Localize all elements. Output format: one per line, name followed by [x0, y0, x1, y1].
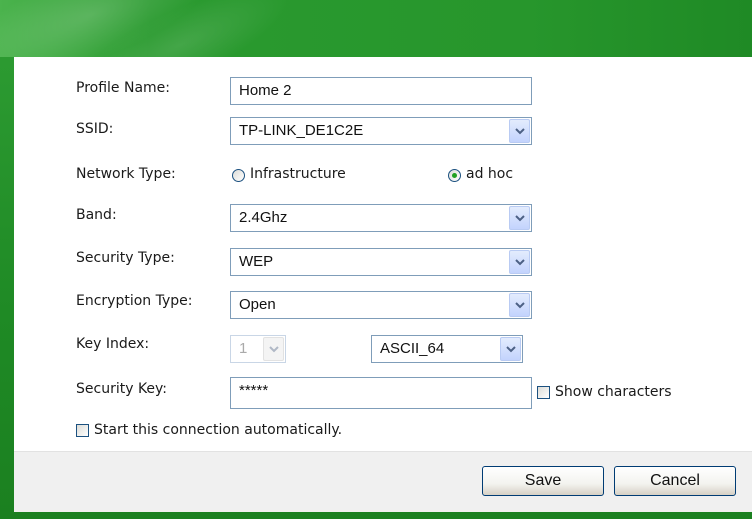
- ssid-select[interactable]: TP-LINK_DE1C2E: [230, 117, 532, 145]
- radio-ad-hoc[interactable]: ad hoc: [446, 165, 536, 185]
- key-index-label: Key Index:: [76, 336, 150, 352]
- chevron-down-icon[interactable]: [509, 206, 530, 230]
- chevron-down-icon[interactable]: [509, 250, 530, 274]
- key-format-select[interactable]: ASCII_64: [371, 335, 523, 363]
- security-key-label: Security Key:: [76, 381, 168, 397]
- cancel-button[interactable]: Cancel: [614, 466, 736, 496]
- profile-name-label: Profile Name:: [76, 80, 171, 96]
- chevron-down-icon[interactable]: [509, 119, 530, 143]
- radio-button-icon[interactable]: [232, 169, 245, 182]
- band-label: Band:: [76, 207, 117, 223]
- ssid-value: TP-LINK_DE1C2E: [239, 122, 364, 139]
- dialog-footer: Save Cancel: [14, 451, 752, 512]
- network-type-label: Network Type:: [76, 166, 176, 182]
- auto-connect-label: Start this connection automatically.: [94, 422, 343, 438]
- chevron-down-icon[interactable]: [500, 337, 521, 361]
- encryption-type-value: Open: [239, 296, 276, 313]
- radio-infrastructure[interactable]: Infrastructure: [230, 165, 370, 185]
- security-type-select[interactable]: WEP: [230, 248, 532, 276]
- save-button[interactable]: Save: [482, 466, 604, 496]
- header-band: [0, 0, 752, 57]
- key-index-select[interactable]: 1: [230, 335, 286, 363]
- chevron-down-icon[interactable]: [509, 293, 530, 317]
- checkbox-icon[interactable]: [76, 424, 89, 437]
- security-type-value: WEP: [239, 253, 274, 270]
- profile-name-value: Home 2: [239, 82, 292, 99]
- radio-dot: [452, 173, 457, 178]
- encryption-type-label: Encryption Type:: [76, 293, 193, 309]
- checkbox-icon[interactable]: [537, 386, 550, 399]
- security-type-label: Security Type:: [76, 250, 175, 266]
- radio-ad-hoc-label: ad hoc: [466, 166, 514, 182]
- security-key-value: *****: [239, 382, 269, 399]
- show-characters-option[interactable]: Show characters: [537, 383, 697, 403]
- band-select[interactable]: 2.4Ghz: [230, 204, 532, 232]
- encryption-type-select[interactable]: Open: [230, 291, 532, 319]
- show-characters-label: Show characters: [555, 384, 672, 400]
- band-value: 2.4Ghz: [239, 209, 288, 226]
- chevron-down-icon[interactable]: [263, 337, 284, 361]
- security-key-input[interactable]: *****: [230, 377, 532, 409]
- radio-button-selected-icon[interactable]: [448, 169, 461, 182]
- profile-name-input[interactable]: Home 2: [230, 77, 532, 105]
- profile-form-panel: Profile Name: Home 2 SSID: TP-LINK_DE1C2…: [14, 57, 752, 451]
- auto-connect-option[interactable]: Start this connection automatically.: [76, 421, 396, 441]
- ssid-label: SSID:: [76, 121, 114, 137]
- radio-infrastructure-label: Infrastructure: [250, 166, 346, 182]
- key-format-value: ASCII_64: [380, 340, 445, 357]
